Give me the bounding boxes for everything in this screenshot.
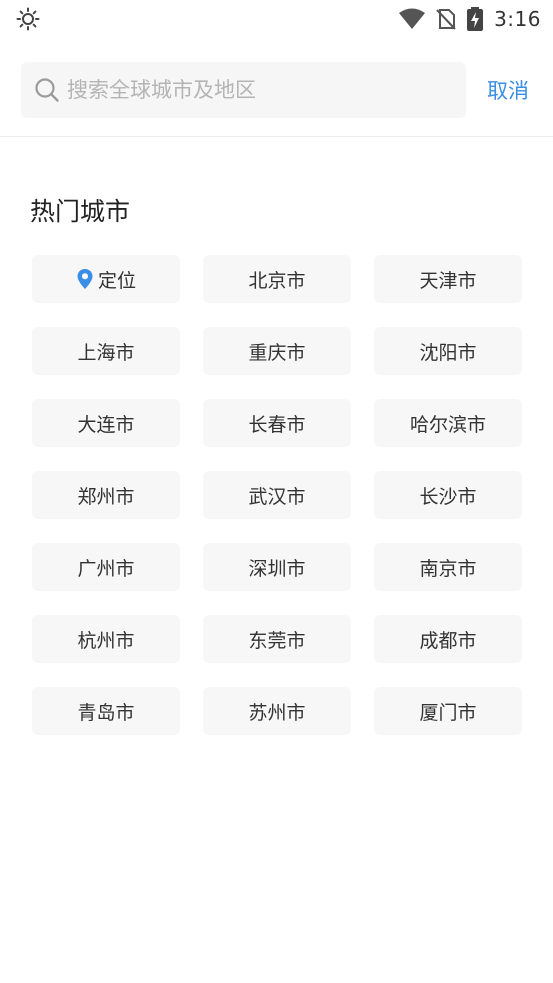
section-title-hot-cities: 热门城市	[30, 197, 131, 226]
divider	[0, 136, 553, 137]
city-chip[interactable]: 长春市	[203, 399, 351, 447]
city-chip[interactable]: 青岛市	[32, 687, 180, 735]
city-chip[interactable]: 天津市	[374, 255, 522, 303]
city-chip[interactable]: 上海市	[32, 327, 180, 375]
search-icon	[35, 78, 59, 102]
city-chip[interactable]: 苏州市	[203, 687, 351, 735]
location-button[interactable]: 定位	[32, 255, 180, 303]
city-chip[interactable]: 沈阳市	[374, 327, 522, 375]
clock: 3:16	[494, 7, 541, 31]
city-chip[interactable]: 长沙市	[374, 471, 522, 519]
city-chip[interactable]: 东莞市	[203, 615, 351, 663]
city-chip[interactable]: 厦门市	[374, 687, 522, 735]
city-chip[interactable]: 重庆市	[203, 327, 351, 375]
city-chip[interactable]: 武汉市	[203, 471, 351, 519]
city-chip[interactable]: 成都市	[374, 615, 522, 663]
cancel-button[interactable]: 取消	[487, 75, 529, 105]
city-chip[interactable]: 深圳市	[203, 543, 351, 591]
no-sim-icon	[436, 9, 456, 30]
status-indicators: 3:16	[398, 5, 541, 33]
location-label: 定位	[97, 269, 136, 292]
city-chip[interactable]: 南京市	[374, 543, 522, 591]
search-box[interactable]	[21, 62, 466, 118]
city-chip[interactable]: 北京市	[203, 255, 351, 303]
search-row: 取消	[0, 62, 553, 118]
location-pin-icon	[77, 269, 93, 289]
brightness-icon	[16, 7, 40, 31]
city-chip[interactable]: 杭州市	[32, 615, 180, 663]
city-chip[interactable]: 郑州市	[32, 471, 180, 519]
status-bar: 3:16	[0, 0, 553, 38]
hot-city-grid: 定位 北京市 天津市上海市 重庆市 沈阳市大连市 长春市 哈尔滨市郑州市 武汉市 长沙市广州市…	[32, 255, 522, 735]
city-chip[interactable]: 大连市	[32, 399, 180, 447]
search-input[interactable]	[67, 70, 457, 110]
city-chip[interactable]: 广州市	[32, 543, 180, 591]
city-chip[interactable]: 哈尔滨市	[374, 399, 522, 447]
wifi-icon	[399, 8, 426, 29]
battery-charging-icon	[467, 7, 484, 31]
